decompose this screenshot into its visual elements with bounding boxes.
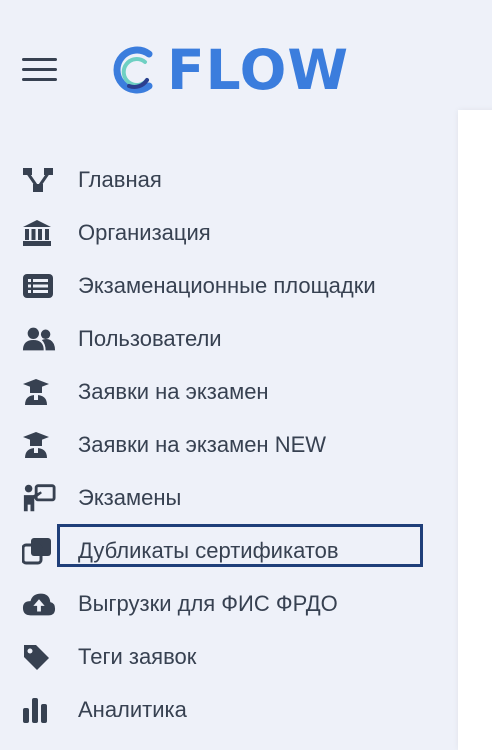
- sidebar-item-certificate-duplicates[interactable]: Дубликаты сертификатов: [0, 524, 458, 577]
- sidebar-item-request-tags[interactable]: Теги заявок: [0, 630, 458, 683]
- graduate-icon: [22, 431, 56, 459]
- main-content-panel: [458, 110, 492, 750]
- sidebar-item-label: Заявки на экзамен: [78, 378, 269, 404]
- cloud-upload-icon: [22, 590, 56, 618]
- sidebar-item-organization[interactable]: Организация: [0, 206, 458, 259]
- bank-icon: [22, 219, 56, 247]
- sidebar-item-home[interactable]: Главная: [0, 153, 458, 206]
- sidebar-item-label: Дубликаты сертификатов: [78, 537, 339, 563]
- flow-logo-icon: [113, 46, 153, 94]
- sidebar-item-label: Главная: [78, 166, 162, 192]
- hamburger-icon[interactable]: [22, 58, 58, 82]
- graduate-icon: [22, 378, 56, 406]
- sidebar-item-label: Организация: [78, 219, 211, 245]
- list-icon: [22, 272, 56, 300]
- sidebar-nav: Главная Организация Экзаменационные площ…: [0, 153, 458, 736]
- brand-name: FLOW: [167, 38, 350, 102]
- sidebar-item-exams[interactable]: Экзамены: [0, 471, 458, 524]
- sidebar-item-label: Пользователи: [78, 325, 222, 351]
- sidebar-item-exam-sites[interactable]: Экзаменационные площадки: [0, 259, 458, 312]
- sidebar-item-label: Экзамены: [78, 484, 182, 510]
- users-icon: [22, 325, 56, 353]
- bar-chart-icon: [22, 696, 56, 724]
- tag-icon: [22, 643, 56, 671]
- sidebar-item-analytics[interactable]: Аналитика: [0, 683, 458, 736]
- copy-icon: [22, 537, 56, 565]
- logo[interactable]: FLOW: [105, 40, 349, 100]
- sidebar-item-exam-requests[interactable]: Заявки на экзамен: [0, 365, 458, 418]
- sidebar-item-label: Выгрузки для ФИС ФРДО: [78, 590, 338, 616]
- sidebar-item-fis-frdo-export[interactable]: Выгрузки для ФИС ФРДО: [0, 577, 458, 630]
- sidebar-item-users[interactable]: Пользователи: [0, 312, 458, 365]
- sidebar-item-label: Теги заявок: [78, 643, 197, 669]
- teacher-board-icon: [22, 483, 56, 512]
- hierarchy-icon: [22, 166, 56, 194]
- sidebar-item-label: Заявки на экзамен NEW: [78, 431, 327, 457]
- sidebar-item-exam-requests-new[interactable]: Заявки на экзамен NEW: [0, 418, 458, 471]
- sidebar-item-label: Аналитика: [78, 696, 187, 722]
- sidebar-item-label: Экзаменационные площадки: [78, 272, 376, 298]
